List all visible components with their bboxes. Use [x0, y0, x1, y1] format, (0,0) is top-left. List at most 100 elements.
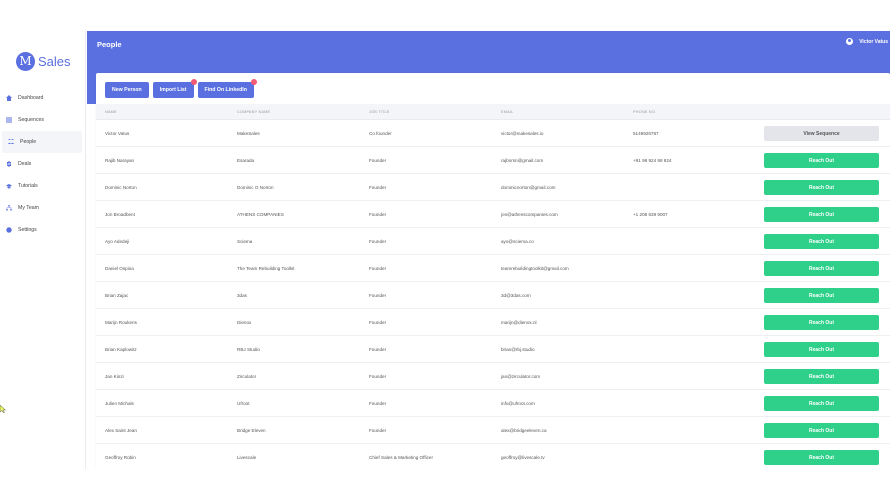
sidebar-item-my-team[interactable]: My Team [0, 197, 86, 219]
cell-email[interactable]: info@ufroot.com [501, 401, 535, 406]
user-menu[interactable]: Victor Vatus [846, 38, 888, 45]
sidebar-item-deals[interactable]: Deals [0, 153, 86, 175]
reach-out-button[interactable]: Reach Out [764, 450, 879, 465]
cell-name: Dominic Norton [105, 185, 137, 190]
reach-out-button[interactable]: Reach Out [764, 369, 879, 384]
find-on-linkedin-button[interactable]: Find On LinkedIn [197, 79, 257, 98]
reach-out-button[interactable]: Reach Out [764, 423, 879, 438]
cell-email[interactable]: rajbnrsn@gmail.com [501, 158, 543, 163]
sidebar-item-label: Dashboard [18, 95, 44, 101]
cell-email[interactable]: teamrebuildingtoolkit@gmail.com [501, 266, 569, 271]
cell-job-title: Founder [369, 401, 387, 406]
cell-company: RBJ Studio [237, 347, 260, 352]
cell-email[interactable]: 3d@3das.com [501, 293, 531, 298]
sidebar-item-people[interactable]: People [2, 131, 82, 153]
table-row[interactable]: Alex Saint Jean Bridge Eleven Founder alex@… [96, 417, 890, 444]
table-row[interactable]: Victor Vatus MakeSales Co founder victor@ma… [96, 120, 890, 147]
cell-name: Brian Zajac [105, 293, 129, 298]
cell-company: ATHENS COMPANIES [237, 212, 284, 217]
cell-company: Sciema [237, 239, 253, 244]
cell-email[interactable]: jon@athenscompanies.com [501, 212, 558, 217]
cell-name: Jon Broadbent [105, 212, 135, 217]
cell-email[interactable]: geoffroy@livescale.tv [501, 455, 545, 460]
cell-job-title: Founder [369, 266, 387, 271]
column-header-email[interactable]: EMAIL [501, 110, 513, 114]
table-row[interactable]: Geoffroy Robin Livescale Chief Sales & Mar… [96, 444, 890, 469]
cell-email[interactable]: brian@rbj.studio [501, 347, 535, 352]
reach-out-button[interactable]: Reach Out [764, 234, 879, 249]
reach-out-button[interactable]: Reach Out [764, 315, 879, 330]
user-name: Victor Vatus [859, 38, 888, 45]
reach-out-button[interactable]: Reach Out [764, 180, 879, 195]
cell-name: Rajib Narayan [105, 158, 135, 163]
new-person-button[interactable]: New Person [105, 82, 149, 98]
cell-company: Dominic O Norton [237, 185, 274, 190]
cell-email[interactable]: marijn@dienox.nl [501, 320, 537, 325]
sidebar-item-label: Settings [18, 227, 37, 233]
user-avatar-icon [846, 38, 854, 45]
cell-phone: +91 98 924 98 924 [633, 158, 672, 163]
cell-company: Zirculator [237, 374, 257, 379]
sidebar-item-settings[interactable]: Settings [0, 219, 86, 241]
import-list-button[interactable]: Import List [152, 79, 197, 98]
cell-email[interactable]: jan@zirculator.com [501, 374, 540, 379]
cell-job-title: Founder [369, 374, 387, 379]
cell-name: Alex Saint Jean [105, 428, 137, 433]
logo-badge: M [16, 51, 35, 71]
cell-name: Marijn Roukens [105, 320, 137, 325]
table-row[interactable]: Jon Broadbent ATHENS COMPANIES Founder jon@… [96, 201, 890, 228]
people-table-body: Victor Vatus MakeSales Co founder victor@ma… [96, 120, 890, 469]
sidebar-item-sequences[interactable]: Sequences [0, 109, 86, 131]
page-title: People [97, 40, 122, 49]
cell-phone: +1 208 639 9007 [633, 212, 668, 217]
cell-phone: 5149926787 [633, 131, 659, 136]
people-card: New Person Import List Find On LinkedIn … [96, 73, 890, 469]
table-row[interactable]: Daniel Ospina The Team Rebuilding Toolkit… [96, 255, 890, 282]
reach-out-button[interactable]: Reach Out [764, 153, 879, 168]
cell-job-title: Chief Sales & Marketing Officer [369, 455, 433, 460]
cell-name: Geoffroy Robin [105, 455, 136, 460]
reach-out-button[interactable]: Reach Out [764, 288, 879, 303]
logo-text: Sales [38, 53, 71, 69]
cell-company: 3das [237, 293, 247, 298]
table-row[interactable]: Julien Michals Ufroot Founder info@ufroot.c… [96, 390, 890, 417]
table-row[interactable]: Jan Kinzi Zirculator Founder jan@zirculator… [96, 363, 890, 390]
cell-email[interactable]: victor@makesales.io [501, 131, 543, 136]
table-row[interactable]: Marijn Roukens Dienox Founder marijn@dienox… [96, 309, 890, 336]
cell-job-title: Co founder [369, 131, 392, 136]
table-row[interactable]: Dominic Norton Dominic O Norton Founder dom… [96, 174, 890, 201]
cell-job-title: Founder [369, 320, 387, 325]
brand-logo[interactable]: M Sales [16, 51, 71, 71]
sidebar-item-tutorials[interactable]: Tutorials [0, 175, 86, 197]
cell-email[interactable]: dominicnorton@gmail.com [501, 185, 555, 190]
sidebar-item-dashboard[interactable]: Dashboard [0, 87, 86, 109]
reach-out-button[interactable]: Reach Out [764, 261, 879, 276]
cell-name: Julien Michals [105, 401, 134, 406]
cell-company: Ufroot [237, 401, 250, 406]
view-sequence-button[interactable]: View Sequence [764, 126, 879, 141]
cell-company: The Team Rebuilding Toolkit [237, 266, 295, 271]
reach-out-button[interactable]: Reach Out [764, 396, 879, 411]
cell-name: Daniel Ospina [105, 266, 134, 271]
toolbar: New Person Import List Find On LinkedIn [105, 79, 257, 98]
column-header-name[interactable]: NAME [105, 110, 117, 114]
cell-email[interactable]: ayo@sciema.co [501, 239, 534, 244]
column-header-phone[interactable]: PHONE NO. [633, 110, 656, 114]
cell-name: Brian Kaplowitz [105, 347, 137, 352]
sidebar: M Sales Dashboard Sequences People Deals Tut… [0, 31, 86, 469]
dollar-icon [4, 160, 14, 168]
table-row[interactable]: Brian Kaplowitz RBJ Studio Founder brian@rb… [96, 336, 890, 363]
column-header-job-title[interactable]: JOB TITLE [369, 110, 390, 114]
reach-out-button[interactable]: Reach Out [764, 342, 879, 357]
reach-out-button[interactable]: Reach Out [764, 207, 879, 222]
find-on-linkedin-label: Find On LinkedIn [204, 87, 247, 93]
cell-company: MakeSales [237, 131, 260, 136]
table-row[interactable]: Ayo Adedeji Sciema Founder ayo@sciema.co Rea… [96, 228, 890, 255]
column-header-company[interactable]: COMPANY NAME [237, 110, 270, 114]
table-row[interactable]: Brian Zajac 3das Founder 3d@3das.com Reach O… [96, 282, 890, 309]
graduation-cap-icon [4, 182, 14, 190]
cell-company: Livescale [237, 455, 257, 460]
cell-email[interactable]: alex@bridgeeleven.ca [501, 428, 547, 433]
table-row[interactable]: Rajib Narayan Esarada Founder rajbnrsn@gmai… [96, 147, 890, 174]
mouse-cursor-icon [0, 405, 6, 413]
